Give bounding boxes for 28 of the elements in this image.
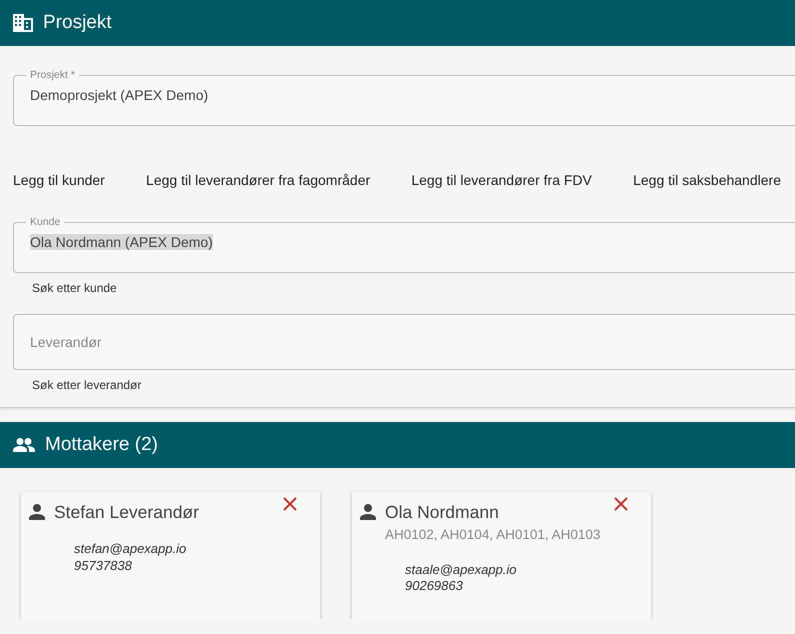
field-value: Demoprosjekt (APEX Demo) <box>30 86 208 102</box>
building-icon <box>13 14 33 32</box>
field-label: Kunde <box>29 217 62 228</box>
recipient-phone: 90269863 <box>405 578 464 596</box>
action-link[interactable]: Legg til leverandører fra fagområder <box>146 170 370 191</box>
recipient-email: staale@apexapp.io <box>405 562 518 578</box>
field-label: Prosjekt * <box>29 70 76 80</box>
customer-field[interactable]: Kunde Ola Nordmann (APEX Demo) <box>13 217 795 273</box>
recipient-name: Stefan Leverandør <box>54 501 199 524</box>
action-link[interactable]: Legg til leverandører fra FDV <box>411 170 592 191</box>
recipient-phone: 95737838 <box>74 558 133 576</box>
section-title: Mottakere (2) <box>45 432 158 457</box>
recipient-email: stefan@apexapp.io <box>74 541 188 558</box>
project-field[interactable]: Prosjekt * Demoprosjekt (APEX Demo) <box>13 70 795 126</box>
help-text: Søk etter leverandør <box>31 377 142 394</box>
supplier-field[interactable]: Leverandør <box>13 314 795 370</box>
person-icon <box>29 504 45 520</box>
section-title: Prosjekt <box>43 10 112 35</box>
recipient-name: Ola Nordmann <box>385 501 499 524</box>
action-link[interactable]: Legg til saksbehandlere <box>633 170 781 191</box>
help-text: Søk etter kunde <box>31 280 118 297</box>
recipient-codes: AH0102, AH0104, AH0101, AH0103 <box>385 526 602 544</box>
people-icon <box>13 438 35 452</box>
remove-button[interactable] <box>613 496 629 512</box>
remove-button[interactable] <box>282 496 298 512</box>
person-icon <box>360 504 376 520</box>
action-link[interactable]: Legg til kunder <box>13 170 105 191</box>
field-value: Ola Nordmann (APEX Demo) <box>30 234 213 250</box>
